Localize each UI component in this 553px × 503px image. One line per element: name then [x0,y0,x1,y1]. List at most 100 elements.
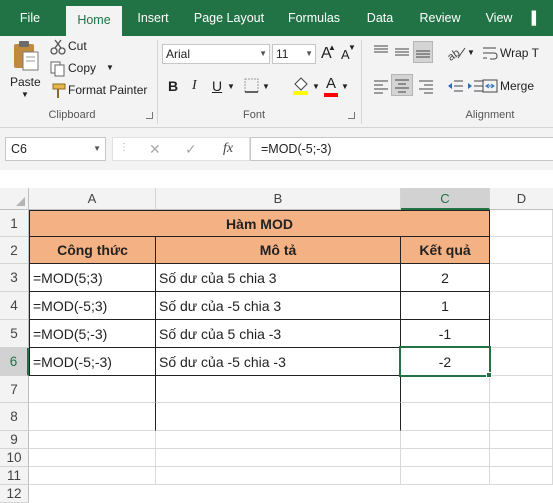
header-cell-formula[interactable]: Công thức [29,237,156,264]
cell-d4[interactable] [490,292,553,320]
empty-cell[interactable] [401,403,490,431]
tab-insert[interactable]: Insert [128,0,178,36]
cut-button[interactable]: Cut [48,38,94,56]
empty-cell[interactable] [156,431,401,449]
header-cell-result[interactable]: Kết quả [401,237,490,264]
column-header-a[interactable]: A [29,188,156,210]
border-icon[interactable] [244,78,260,94]
row-header-9[interactable]: 9 [0,431,29,449]
cell-d2[interactable] [490,237,553,264]
font-color-button[interactable]: A [326,75,336,92]
row-header-5[interactable]: 5 [0,320,29,348]
orientation-dropdown-icon[interactable]: ▼ [467,48,475,57]
cell-d3[interactable] [490,264,553,292]
tab-formulas[interactable]: Formulas [280,0,348,36]
table-cell[interactable]: 2 [401,264,490,292]
empty-cell[interactable] [401,467,490,485]
row-header-2[interactable]: 2 [0,237,29,264]
align-middle-icon[interactable] [393,44,411,60]
fill-dropdown-icon[interactable]: ▼ [312,82,320,91]
enter-icon[interactable]: ✓ [185,141,197,158]
tab-page-layout[interactable]: Page Layout [186,0,272,36]
cell-d5[interactable] [490,320,553,348]
empty-cell[interactable] [490,431,553,449]
row-header-7[interactable]: 7 [0,376,29,403]
insert-function-icon[interactable]: fx [223,141,233,157]
table-cell[interactable]: -1 [401,320,490,348]
font-color-dropdown-icon[interactable]: ▼ [341,82,349,91]
align-right-icon[interactable] [417,78,435,94]
fill-handle[interactable] [486,372,492,378]
table-cell[interactable]: Số dư của 5 chia -3 [156,320,401,348]
table-cell[interactable]: =MOD(-5;-3) [29,348,156,376]
table-cell[interactable]: =MOD(5;-3) [29,320,156,348]
table-cell[interactable]: Số dư của 5 chia 3 [156,264,401,292]
empty-cell[interactable] [401,449,490,467]
empty-cell[interactable] [490,403,553,431]
font-name-select[interactable]: Arial ▼ [162,44,270,64]
decrease-indent-icon[interactable] [446,78,464,94]
border-dropdown-icon[interactable]: ▼ [262,82,270,91]
table-cell[interactable]: =MOD(5;3) [29,264,156,292]
tab-file[interactable]: File [0,0,60,36]
empty-cell[interactable] [490,467,553,485]
underline-button[interactable]: U [212,78,222,94]
table-title-cell[interactable]: Hàm MOD [29,210,490,237]
bold-button[interactable]: B [168,78,178,94]
row-header-11[interactable]: 11 [0,467,29,485]
empty-cell[interactable] [29,376,156,403]
table-cell[interactable]: =MOD(-5;3) [29,292,156,320]
font-launcher-icon[interactable] [348,112,355,119]
table-cell[interactable]: Số dư của -5 chia -3 [156,348,401,376]
empty-cell[interactable] [29,467,156,485]
align-bottom-button[interactable] [413,41,433,63]
merge-center-button[interactable]: Merge [500,79,534,93]
wrap-text-button[interactable]: Wrap T [500,46,539,60]
tab-more[interactable]: ▌ [526,0,546,36]
empty-cell[interactable] [490,449,553,467]
format-painter-button[interactable]: Format Painter [48,82,150,100]
formula-input[interactable]: =MOD(-5;-3) [250,137,553,161]
tab-data[interactable]: Data [358,0,402,36]
underline-dropdown-icon[interactable]: ▼ [227,82,235,91]
column-header-c[interactable]: C [401,188,490,210]
tab-view[interactable]: View [478,0,520,36]
clipboard-launcher-icon[interactable] [146,112,153,119]
align-top-icon[interactable] [372,44,390,60]
column-header-d[interactable]: D [490,188,553,210]
select-all-corner[interactable] [0,188,29,210]
cell-d6[interactable] [490,348,553,376]
name-box[interactable]: C6 ▼ [5,137,106,161]
column-header-b[interactable]: B [156,188,401,210]
header-cell-description[interactable]: Mô tả [156,237,401,264]
italic-button[interactable]: I [192,78,197,94]
table-cell[interactable]: Số dư của -5 chia 3 [156,292,401,320]
tab-review[interactable]: Review [412,0,468,36]
empty-cell[interactable] [29,403,156,431]
row-header-3[interactable]: 3 [0,264,29,292]
align-center-button[interactable] [391,74,413,96]
cancel-icon[interactable]: ✕ [149,141,161,158]
copy-button[interactable]: Copy ▼ [48,60,118,78]
align-left-icon[interactable] [372,78,390,94]
row-header-6[interactable]: 6 [0,348,29,376]
empty-cell[interactable] [156,403,401,431]
row-header-1[interactable]: 1 [0,210,29,237]
empty-cell[interactable] [490,376,553,403]
row-header-10[interactable]: 10 [0,449,29,467]
paste-button[interactable]: Paste ▼ [6,40,46,104]
empty-cell[interactable] [401,376,490,403]
empty-cell[interactable] [29,431,156,449]
empty-cell[interactable] [156,467,401,485]
empty-cell[interactable] [156,449,401,467]
row-header-8[interactable]: 8 [0,403,29,431]
empty-cell[interactable] [156,376,401,403]
empty-cell[interactable] [29,449,156,467]
cell-d1[interactable] [490,210,553,237]
table-cell[interactable]: 1 [401,292,490,320]
font-size-select[interactable]: 11 ▼ [272,44,316,64]
fill-color-icon[interactable] [292,76,310,96]
empty-cell[interactable] [401,431,490,449]
more-options-icon[interactable]: ⋮ [119,142,129,153]
tab-home[interactable]: Home [66,6,122,36]
